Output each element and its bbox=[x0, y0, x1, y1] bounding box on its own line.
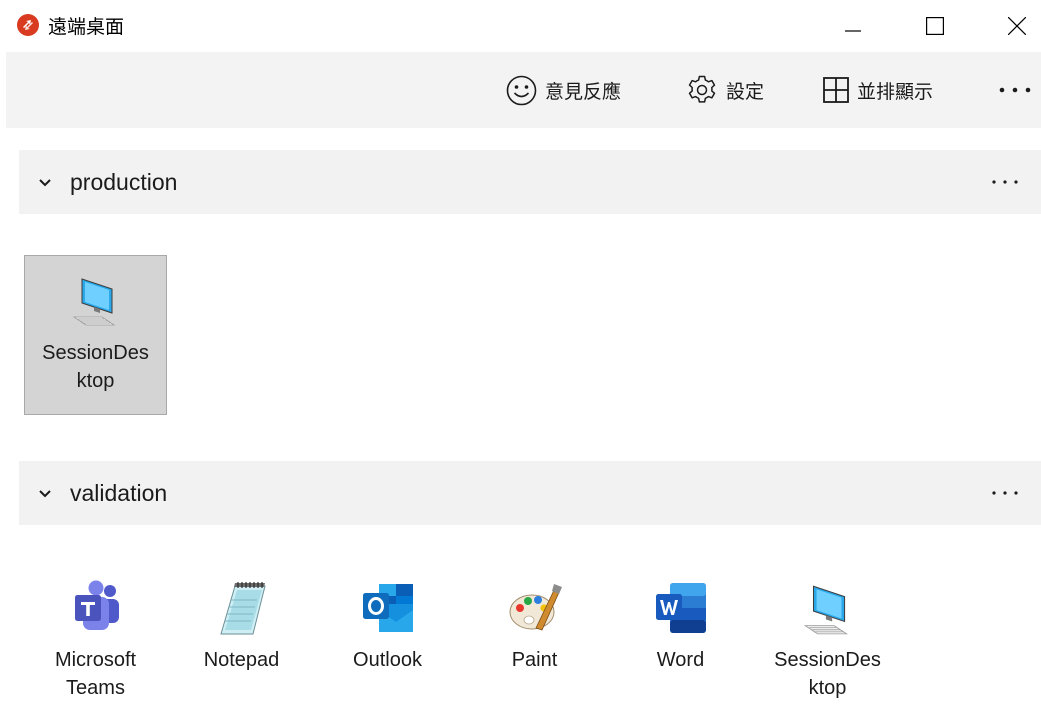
tile-label-line2: ktop bbox=[808, 677, 847, 699]
tile-label-line1: Paint bbox=[511, 649, 558, 671]
close-button[interactable] bbox=[993, 0, 1041, 52]
title-bar: 遠端桌面 bbox=[0, 0, 1041, 52]
group-header-production[interactable]: production bbox=[19, 150, 1041, 214]
minimize-button[interactable] bbox=[829, 0, 877, 52]
window-title: 遠端桌面 bbox=[48, 16, 125, 38]
feedback-label: 意見反應 bbox=[545, 80, 622, 103]
paint-icon bbox=[509, 584, 562, 631]
settings-label: 設定 bbox=[726, 80, 765, 103]
maximize-icon bbox=[926, 17, 944, 35]
tile-label-line2: ktop bbox=[76, 370, 115, 392]
remote-desktop-icon bbox=[17, 14, 39, 36]
tile-label-line1: Outlook bbox=[353, 649, 422, 671]
more-options-button[interactable] bbox=[998, 72, 1032, 108]
gear-icon bbox=[688, 75, 716, 103]
close-icon bbox=[1008, 17, 1026, 35]
settings-button[interactable]: 設定 bbox=[686, 72, 764, 108]
resource-tile-outlook[interactable]: Outlook bbox=[316, 580, 459, 674]
resource-tile-teams[interactable]: Microsoft Teams bbox=[24, 580, 167, 702]
group-header-validation[interactable]: validation bbox=[19, 461, 1041, 525]
more-horizontal-icon bbox=[999, 87, 1031, 93]
desktop-monitor-icon bbox=[72, 278, 115, 326]
tile-label-line2: Teams bbox=[66, 677, 125, 699]
more-horizontal-icon[interactable] bbox=[991, 178, 1019, 186]
minimize-icon bbox=[845, 30, 861, 32]
tile-label-line1: Word bbox=[656, 649, 705, 671]
chevron-down-icon bbox=[39, 179, 51, 187]
group-name: validation bbox=[70, 480, 168, 506]
more-horizontal-icon[interactable] bbox=[991, 489, 1019, 497]
tile-label-line1: SessionDes bbox=[774, 649, 881, 671]
resource-tile-paint[interactable]: Paint bbox=[463, 580, 606, 674]
maximize-button[interactable] bbox=[911, 0, 959, 52]
grid-icon bbox=[823, 77, 849, 103]
tile-label-line1: Notepad bbox=[203, 649, 280, 671]
tile-label-line1: SessionDes bbox=[42, 342, 149, 364]
feedback-button[interactable]: 意見反應 bbox=[506, 72, 621, 108]
notepad-icon bbox=[219, 582, 266, 635]
group-name: production bbox=[70, 169, 178, 195]
resource-tile-sessiondesktop[interactable]: SessionDes ktop bbox=[24, 255, 167, 415]
chevron-down-icon bbox=[39, 490, 51, 498]
command-bar: 意見反應 設定 並排顯示 bbox=[6, 52, 1041, 128]
word-icon bbox=[655, 583, 706, 633]
resource-tile-notepad[interactable]: Notepad bbox=[170, 580, 313, 674]
tile-view-button[interactable]: 並排顯示 bbox=[823, 72, 933, 108]
desktop-monitor-icon bbox=[803, 585, 848, 635]
smiley-icon bbox=[506, 75, 537, 105]
resource-tile-sessiondesktop-validation[interactable]: SessionDes ktop bbox=[756, 580, 899, 702]
tile-label-line1: Microsoft bbox=[54, 649, 137, 671]
outlook-icon bbox=[362, 584, 413, 632]
resource-tile-word[interactable]: Word bbox=[609, 580, 752, 674]
tile-view-label: 並排顯示 bbox=[857, 80, 934, 103]
teams-icon bbox=[74, 580, 119, 630]
